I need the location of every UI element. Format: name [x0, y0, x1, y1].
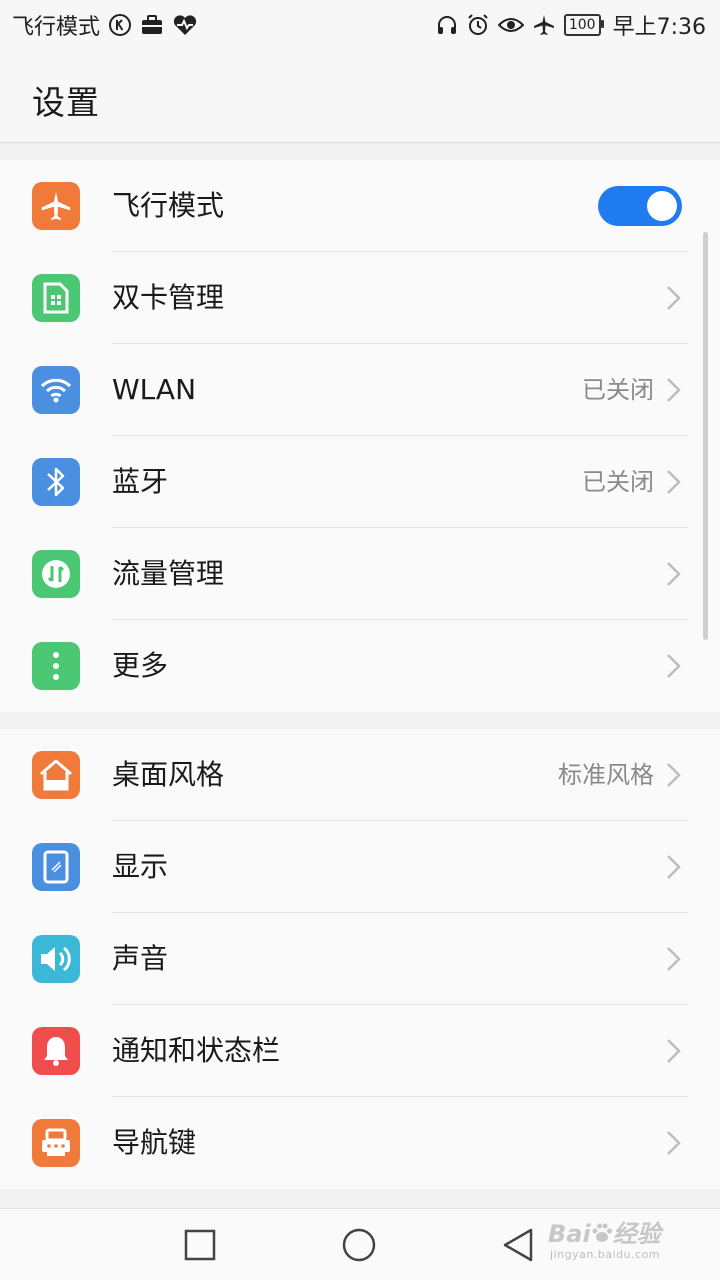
settings-item-label: 双卡管理	[112, 281, 225, 314]
chevron-right-icon	[667, 286, 681, 310]
settings-item-home-style[interactable]: 桌面风格 标准风格	[0, 729, 720, 821]
watermark-brand-2: 经验	[612, 1220, 661, 1248]
app-header: 设置	[0, 50, 720, 143]
settings-item-notifications[interactable]: 通知和状态栏	[0, 1005, 720, 1097]
navigation-key-icon	[32, 1119, 80, 1167]
settings-item-display[interactable]: 显示	[0, 821, 720, 913]
bell-icon	[32, 1027, 80, 1075]
status-bar-right: 100 早上7:36	[436, 9, 706, 41]
settings-item-label: WLAN	[112, 373, 197, 406]
settings-item-label: 更多	[112, 649, 169, 682]
chevron-right-icon	[667, 562, 681, 586]
watermark-brand: Bai	[548, 1220, 591, 1248]
chevron-right-icon	[667, 1131, 681, 1155]
bluetooth-status-value: 已关闭	[582, 468, 654, 496]
settings-item-label: 导航键	[112, 1126, 197, 1159]
paw-icon	[592, 1223, 612, 1242]
baidu-watermark-logo: Bai 经验 jingyan.baidu.com	[548, 1214, 708, 1268]
settings-item-sound[interactable]: 声音	[0, 913, 720, 1005]
home-button[interactable]	[341, 1227, 377, 1263]
airplane-mode-icon	[32, 182, 80, 230]
settings-item-airplane-mode[interactable]: 飞行模式	[0, 160, 720, 252]
scrollbar[interactable]	[703, 232, 708, 640]
settings-item-label: 飞行模式	[112, 189, 225, 222]
settings-item-more[interactable]: 更多	[0, 620, 720, 712]
home-icon	[32, 751, 80, 799]
settings-item-wlan[interactable]: WLAN 已关闭	[0, 344, 720, 436]
sim-card-icon	[32, 274, 80, 322]
settings-item-navigation-keys[interactable]: 导航键	[0, 1097, 720, 1189]
heart-pulse-icon	[172, 14, 198, 36]
page-title: 设置	[32, 83, 100, 122]
settings-group-display: 桌面风格 标准风格 显示 声音 通知和状态栏 导航键	[0, 729, 720, 1189]
sound-icon	[32, 935, 80, 983]
toggle-knob	[647, 191, 677, 221]
airplane-mode-toggle[interactable]	[598, 186, 682, 226]
chevron-right-icon	[667, 947, 681, 971]
status-airplane-text: 飞行模式	[12, 15, 101, 40]
chevron-right-icon	[667, 1039, 681, 1063]
wifi-icon	[32, 366, 80, 414]
bluetooth-icon	[32, 458, 80, 506]
back-button[interactable]	[500, 1227, 536, 1263]
chevron-right-icon	[667, 855, 681, 879]
settings-item-label: 蓝牙	[112, 465, 169, 498]
briefcase-icon	[140, 14, 164, 36]
recent-apps-button[interactable]	[182, 1227, 218, 1263]
settings-item-label: 流量管理	[112, 557, 225, 590]
alarm-icon	[466, 13, 490, 37]
settings-item-label: 显示	[112, 850, 169, 883]
wlan-status-value: 已关闭	[582, 376, 654, 404]
status-time: 早上7:36	[612, 15, 706, 40]
watermark-url: jingyan.baidu.com	[550, 1248, 661, 1261]
airplane-icon	[532, 13, 556, 37]
status-bar-left: 飞行模式	[12, 9, 198, 41]
battery-indicator: 100	[563, 14, 604, 36]
more-icon	[32, 642, 80, 690]
settings-item-data-usage[interactable]: 流量管理	[0, 528, 720, 620]
eye-icon	[497, 15, 524, 35]
headset-icon	[436, 14, 458, 36]
settings-item-label: 桌面风格	[112, 758, 225, 791]
settings-group-network: 飞行模式 双卡管理 WLAN 已关闭 蓝牙 已关闭 流量管理 更多	[0, 160, 720, 712]
data-usage-icon	[32, 550, 80, 598]
settings-item-label: 通知和状态栏	[112, 1034, 281, 1067]
status-bar: 飞行模式 100 早上7:36	[0, 0, 720, 50]
chevron-right-icon	[667, 378, 681, 402]
display-icon	[32, 843, 80, 891]
chevron-right-icon	[667, 763, 681, 787]
chevron-right-icon	[667, 470, 681, 494]
k-circle-icon	[108, 13, 132, 37]
settings-item-dual-sim[interactable]: 双卡管理	[0, 252, 720, 344]
settings-item-label: 声音	[112, 942, 169, 975]
home-style-value: 标准风格	[558, 761, 654, 789]
chevron-right-icon	[667, 654, 681, 678]
settings-item-bluetooth[interactable]: 蓝牙 已关闭	[0, 436, 720, 528]
